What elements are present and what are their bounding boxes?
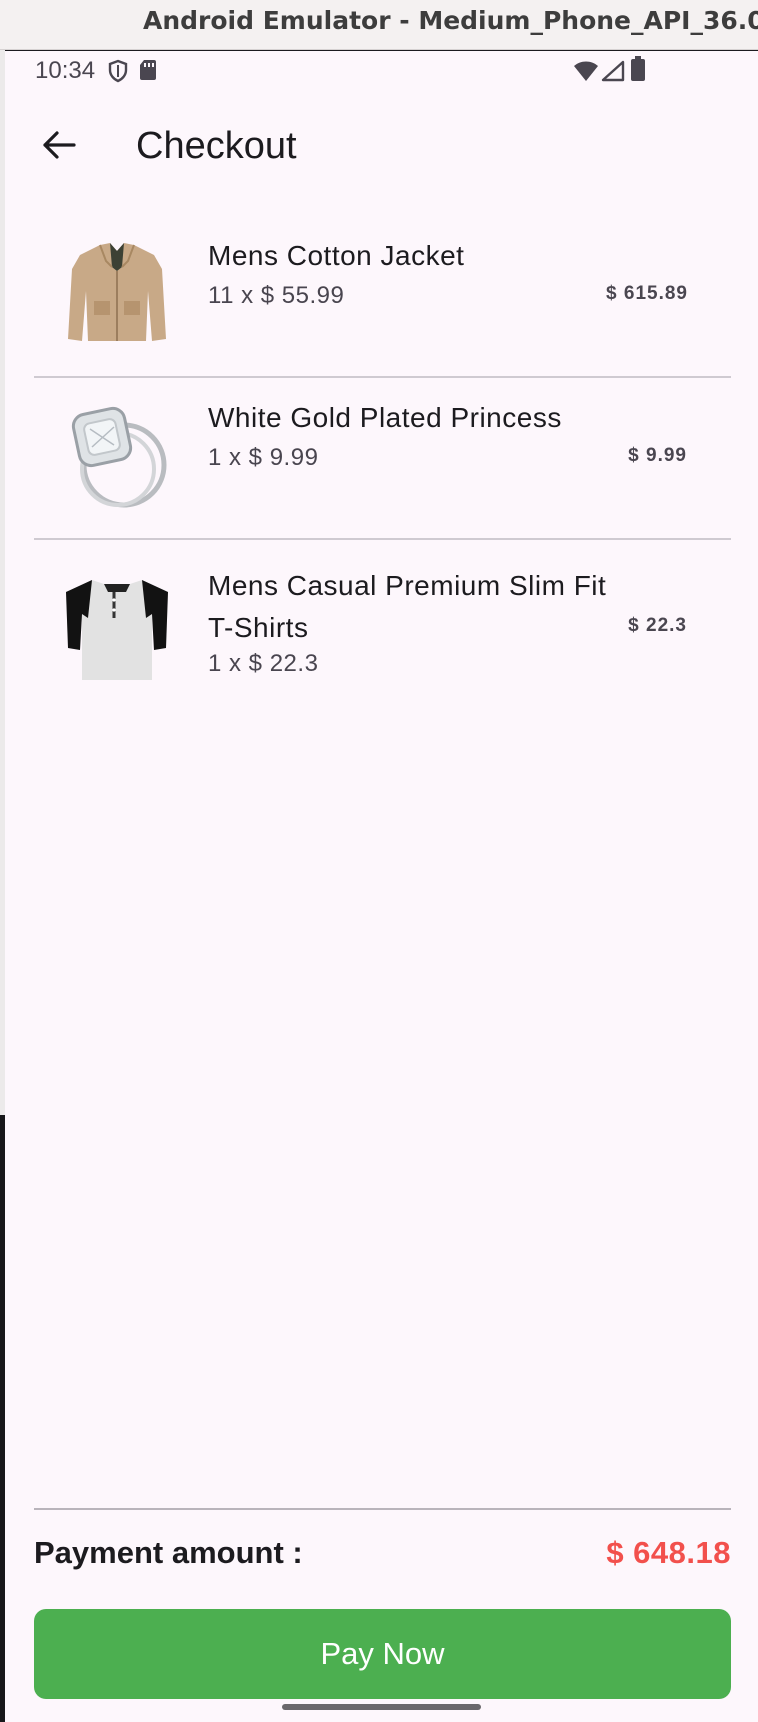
item-name: Mens Cotton Jacket — [208, 240, 465, 271]
product-image-tshirt — [62, 578, 172, 682]
sim-card-icon — [139, 59, 157, 86]
payment-amount-value: $ 648.18 — [606, 1535, 731, 1570]
item-name: White Gold Plated Princess — [208, 402, 562, 433]
arrow-back-icon — [42, 130, 76, 165]
item-name: Mens Casual Premium Slim Fit T-Shirts — [208, 570, 607, 643]
item-total: $ 615.89 — [606, 283, 688, 304]
checkout-item[interactable]: Mens Cotton Jacket 11 x $ 55.99 $ 615.89 — [34, 216, 731, 378]
checkout-item[interactable]: Mens Casual Premium Slim Fit T-Shirts 1 … — [34, 540, 731, 720]
app-bar: Checkout — [5, 95, 758, 199]
status-time: 10:34 — [35, 57, 96, 84]
page-title: Checkout — [136, 125, 297, 167]
item-quantity-price: 11 x $ 55.99 — [208, 282, 345, 309]
shield-icon — [108, 59, 128, 88]
item-total: $ 22.3 — [628, 615, 687, 636]
phone-screen: 10:34 Checkout Mens Cotton Jacket 11 x $… — [5, 51, 758, 1722]
window-title: Android Emulator - Medium_Phone_API_36.0… — [0, 0, 758, 50]
status-bar: 10:34 — [5, 51, 758, 95]
footer-divider — [34, 1508, 731, 1510]
checkout-item[interactable]: White Gold Plated Princess 1 x $ 9.99 $ … — [34, 378, 731, 540]
battery-icon — [631, 56, 645, 87]
checkout-item-list: Mens Cotton Jacket 11 x $ 55.99 $ 615.89… — [34, 216, 731, 720]
cellular-signal-icon — [601, 60, 625, 87]
payment-amount-label: Payment amount : — [34, 1535, 303, 1570]
back-button[interactable] — [29, 117, 89, 177]
pay-now-button[interactable]: Pay Now — [34, 1609, 731, 1699]
item-total: $ 9.99 — [628, 445, 687, 466]
product-image-jacket — [62, 241, 172, 345]
product-image-ring — [62, 405, 172, 509]
wifi-icon — [573, 60, 599, 87]
item-quantity-price: 1 x $ 9.99 — [208, 444, 319, 471]
item-quantity-price: 1 x $ 22.3 — [208, 650, 319, 677]
gesture-nav-handle[interactable] — [282, 1704, 481, 1710]
